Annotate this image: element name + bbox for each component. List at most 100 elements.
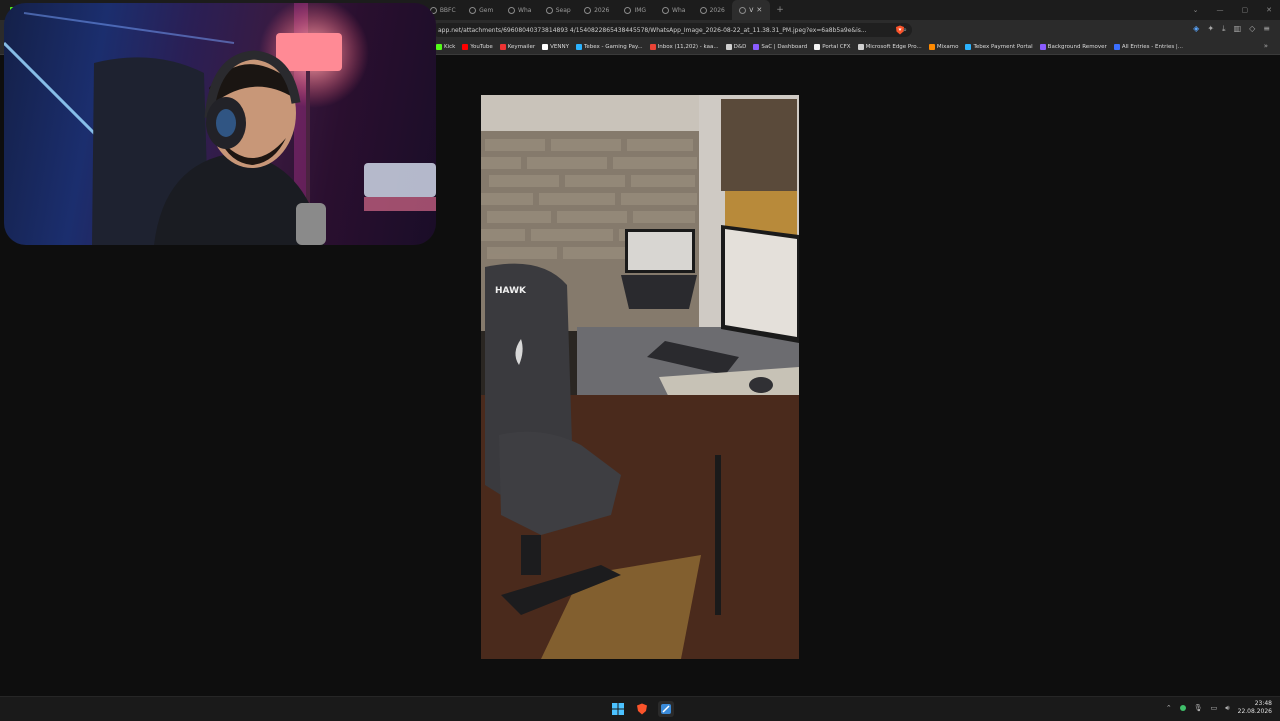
sac-icon bbox=[753, 44, 760, 50]
tab-label: 2026 bbox=[709, 6, 725, 14]
monitor-icon[interactable]: ▭ bbox=[1211, 704, 1218, 712]
vpn-shield-icon[interactable]: ◇ bbox=[1249, 24, 1255, 34]
close-window-button[interactable]: ✕ bbox=[1266, 6, 1272, 14]
webcam-scene bbox=[4, 3, 436, 245]
browser-tab[interactable]: IMG bbox=[616, 0, 655, 20]
brave-shield-icon[interactable] bbox=[895, 25, 905, 35]
taskbar-apps bbox=[610, 701, 674, 717]
cfx-icon bbox=[814, 44, 821, 50]
bookmark-item[interactable]: Kick bbox=[436, 44, 455, 50]
bookmark-item[interactable]: Portal CFX bbox=[814, 44, 851, 50]
browser-tab[interactable]: Gem bbox=[462, 0, 501, 20]
globe-icon bbox=[739, 6, 747, 14]
tebex-icon bbox=[965, 44, 972, 50]
tray-overflow-icon[interactable]: ⌃ bbox=[1166, 704, 1172, 712]
tab-label: Gem bbox=[479, 6, 494, 14]
microphone-icon[interactable]: 🎙︎ bbox=[1194, 704, 1203, 712]
sidebar-icon[interactable]: ▥ bbox=[1234, 24, 1242, 34]
bookmark-item[interactable]: Inbox (11,202) - kaa... bbox=[649, 44, 719, 50]
bookmark-label: Keymailer bbox=[507, 44, 536, 50]
folder-icon bbox=[857, 44, 864, 50]
bookmark-label: Microsoft Edge Pro... bbox=[865, 44, 922, 50]
bookmark-item[interactable]: D&D bbox=[725, 44, 747, 50]
bookmark-item[interactable]: Mixamo bbox=[928, 44, 959, 50]
bookmark-label: SaC | Dashboard bbox=[761, 44, 808, 50]
globe-icon bbox=[624, 6, 632, 14]
bookmark-item[interactable]: SaC | Dashboard bbox=[753, 44, 807, 50]
clock[interactable]: 23:48 22.08.2026 bbox=[1238, 700, 1272, 716]
address-bar[interactable]: app.net/attachments/69608040373814893 4/… bbox=[432, 23, 912, 37]
wallet-icon[interactable]: ◈ bbox=[1193, 24, 1199, 34]
browser-tab[interactable]: 2026 bbox=[578, 0, 617, 20]
venny-icon bbox=[542, 44, 549, 50]
browser-tab[interactable]: V ✕ bbox=[731, 0, 770, 20]
menu-icon[interactable]: ≡ bbox=[1263, 24, 1270, 34]
desk-setup-photo: HAWK bbox=[481, 95, 799, 659]
window-controls: ⌄ — ▢ ✕ bbox=[1193, 0, 1272, 20]
browser-tab[interactable]: 2026 bbox=[693, 0, 732, 20]
toolbar-icons: ◈ ✦ ⤓ ▥ ◇ ≡ bbox=[1193, 24, 1270, 34]
windows-logo-icon bbox=[612, 703, 624, 715]
bookmark-item[interactable]: Background Remover bbox=[1039, 44, 1107, 50]
obs-taskbar-button[interactable] bbox=[658, 701, 674, 717]
bookmark-label: Inbox (11,202) - kaa... bbox=[657, 44, 719, 50]
tab-label: Wha bbox=[518, 6, 532, 14]
folder-icon bbox=[725, 44, 732, 50]
browser-tab[interactable]: Wha bbox=[655, 0, 694, 20]
globe-icon bbox=[545, 6, 553, 14]
kick-icon bbox=[436, 44, 442, 50]
globe-icon bbox=[508, 6, 516, 14]
globe-icon bbox=[469, 6, 477, 14]
tab-search-icon[interactable]: ⌄ bbox=[1193, 6, 1199, 14]
bookmarks-overflow-icon[interactable]: » bbox=[1264, 42, 1268, 50]
bookmark-label: D&D bbox=[733, 44, 747, 50]
browser-tab[interactable]: Seap bbox=[539, 0, 578, 20]
tab-label: Wha bbox=[672, 6, 686, 14]
photo-image[interactable]: HAWK bbox=[481, 95, 799, 659]
address-url[interactable]: app.net/attachments/69608040373814893 4/… bbox=[438, 27, 898, 34]
bookmark-label: Kick bbox=[444, 44, 456, 50]
webcam-overlay bbox=[4, 3, 436, 245]
tebex-icon bbox=[575, 44, 582, 50]
entries-icon bbox=[1113, 44, 1120, 50]
start-button[interactable] bbox=[610, 701, 626, 717]
bg-remover-icon bbox=[1039, 44, 1046, 50]
bookmark-label: Portal CFX bbox=[822, 44, 851, 50]
bookmark-label: Mixamo bbox=[936, 44, 959, 50]
bookmark-item[interactable]: All Entries - Entries |... bbox=[1113, 44, 1184, 50]
maximize-button[interactable]: ▢ bbox=[1242, 6, 1249, 14]
brave-taskbar-button[interactable] bbox=[634, 701, 650, 717]
keymailer-icon bbox=[499, 44, 506, 50]
download-icon[interactable]: ⤓ bbox=[1222, 24, 1226, 34]
tab-label: IMG bbox=[634, 6, 647, 14]
bookmark-item[interactable]: VENNY bbox=[542, 44, 569, 50]
status-icon[interactable] bbox=[1179, 705, 1186, 711]
tab-label: Seap bbox=[555, 6, 571, 14]
close-tab-icon[interactable]: ✕ bbox=[756, 6, 762, 14]
bookmark-item[interactable]: Tebex - Gaming Pay... bbox=[575, 44, 643, 50]
bookmark-item[interactable]: Tebex Payment Portal bbox=[965, 44, 1033, 50]
minimize-button[interactable]: — bbox=[1217, 6, 1224, 14]
brave-icon bbox=[637, 703, 647, 715]
clock-date: 22.08.2026 bbox=[1237, 708, 1272, 715]
bookmark-item[interactable]: Microsoft Edge Pro... bbox=[857, 44, 922, 50]
windows-taskbar: ⌃ 🎙︎ ▭ 🔊︎ 23:48 22.08.2026 bbox=[0, 696, 1280, 721]
bookmark-item[interactable]: Keymailer bbox=[499, 44, 536, 50]
tab-label: V bbox=[749, 6, 754, 14]
tab-label: 2026 bbox=[594, 6, 610, 14]
volume-icon[interactable]: 🔊︎ bbox=[1225, 704, 1229, 713]
system-tray: ⌃ 🎙︎ ▭ 🔊︎ 23:48 22.08.2026 bbox=[1166, 700, 1272, 716]
bookmarks-list: Kick YouTube Keymailer VENNY Tebex - Gaming … bbox=[436, 40, 1183, 54]
youtube-icon bbox=[462, 44, 469, 50]
clock-time: 23:48 bbox=[1254, 700, 1272, 707]
bookmark-label: Background Remover bbox=[1047, 44, 1107, 50]
browser-tab[interactable]: Wha bbox=[501, 0, 540, 20]
bookmark-label: All Entries - Entries |... bbox=[1121, 44, 1184, 50]
globe-icon bbox=[584, 6, 592, 14]
gmail-icon bbox=[649, 44, 656, 50]
new-tab-button[interactable]: + bbox=[770, 5, 790, 15]
tab-label: BBFC bbox=[439, 6, 456, 14]
app-icon bbox=[661, 704, 671, 714]
bookmark-item[interactable]: YouTube bbox=[462, 44, 493, 50]
extensions-icon[interactable]: ✦ bbox=[1207, 24, 1214, 34]
